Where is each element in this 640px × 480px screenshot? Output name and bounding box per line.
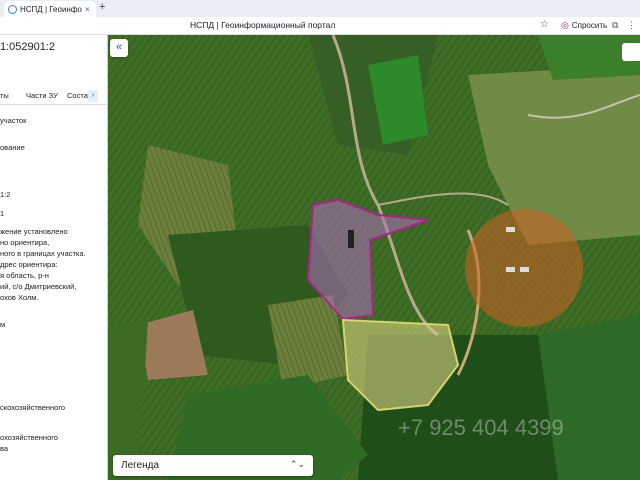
extensions-icon[interactable]: ⧉ xyxy=(612,20,618,31)
new-tab-button[interactable]: + xyxy=(99,1,105,13)
info-line: охозяйственного xyxy=(0,433,58,442)
menu-icon[interactable]: ⋮ xyxy=(627,20,636,31)
info-line: 1 xyxy=(0,209,5,218)
object-info-panel: 1:052901:2 ты Части ЗУ Соста › участок о… xyxy=(0,35,108,480)
info-line: ного в границах участка. xyxy=(0,249,86,258)
assistant-icon: ◎ xyxy=(561,20,569,30)
browser-titlebar: НСПД | Геоинформационный портал ☆ ◎ Спро… xyxy=(0,17,640,35)
building-marker xyxy=(348,230,354,248)
info-line: ий, с/о Дмитриевский, xyxy=(0,282,77,291)
object-label-3 xyxy=(520,267,529,272)
info-line: но ориентира, xyxy=(0,238,50,247)
browser-tabbar: НСПД | Геоинформаци × + xyxy=(0,0,640,17)
tab-composition[interactable]: Соста xyxy=(67,91,88,100)
info-line: м xyxy=(0,320,6,329)
legend-label: Легенда xyxy=(121,460,160,471)
chevron-updown-icon: ⌃⌄ xyxy=(289,459,305,469)
info-line: дрес ориентира: xyxy=(0,260,58,269)
browser-tab[interactable]: НСПД | Геоинформаци × xyxy=(4,1,96,17)
info-line: я область, р-н xyxy=(0,271,49,280)
legend-select[interactable]: Легенда ⌃⌄ xyxy=(113,455,313,476)
info-tabs: ты Части ЗУ Соста › xyxy=(0,87,107,105)
satellite-map[interactable]: +7 925 404 4399 xyxy=(108,35,640,480)
info-line: охов Холм. xyxy=(0,293,39,302)
info-line: жение установлено xyxy=(0,227,68,236)
object-label-2 xyxy=(506,267,515,272)
info-line: скохозяйственного xyxy=(0,403,66,412)
object-label-1 xyxy=(506,227,515,232)
tabs-scroll-right-icon[interactable]: › xyxy=(88,90,98,102)
tab-characteristics[interactable]: ты xyxy=(0,91,9,100)
site-icon xyxy=(8,4,17,14)
ask-label: Спросить xyxy=(571,21,608,30)
watermark: +7 925 404 4399 xyxy=(398,415,564,440)
tab-parts[interactable]: Части ЗУ xyxy=(26,91,58,100)
collapse-panel-button[interactable]: « xyxy=(110,39,128,57)
ask-button[interactable]: ◎ Спросить xyxy=(561,20,607,31)
tab-close-icon[interactable]: × xyxy=(85,5,90,14)
bookmark-icon[interactable]: ☆ xyxy=(540,19,549,30)
info-line: ование xyxy=(0,143,25,152)
info-line: 1:2 xyxy=(0,190,11,199)
info-line: ва xyxy=(0,444,9,453)
map-control[interactable] xyxy=(622,43,640,61)
info-line: участок xyxy=(0,116,27,125)
window-title: НСПД | Геоинформационный портал xyxy=(190,20,336,30)
cadastral-number: 1:052901:2 xyxy=(0,41,56,53)
map-imagery: +7 925 404 4399 xyxy=(108,35,640,480)
tab-title: НСПД | Геоинформаци xyxy=(20,4,82,14)
